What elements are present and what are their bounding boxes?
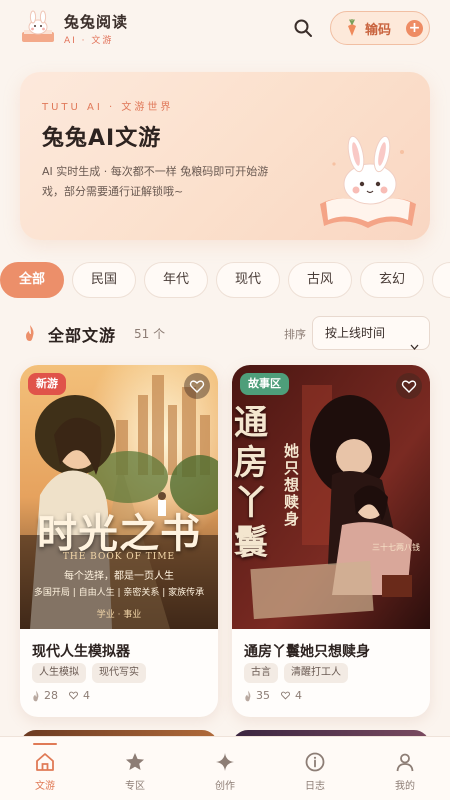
hero-title: 兔兔AI文游: [42, 126, 162, 151]
play-count: 28: [44, 689, 58, 702]
play-count: 35: [256, 689, 270, 702]
app-subtitle: AI · 文游: [64, 35, 114, 46]
cover-subtitle: THE BOOK OF TIME: [62, 552, 176, 562]
nav-item-chuangzuo[interactable]: 创作: [180, 737, 270, 800]
nav-item-wenyou[interactable]: 文游: [0, 737, 90, 800]
filter-chip-gufeng[interactable]: 古风: [288, 262, 352, 298]
rabbit-logo-icon: [20, 10, 56, 46]
like-count: 4: [83, 689, 90, 702]
flame-icon: [33, 690, 39, 701]
card-title: 通房丫鬟她只想赎身: [244, 644, 370, 660]
game-card[interactable]: 通房丫鬟 她只想赎身 三十七两八钱 故事区 通房丫鬟她只想赎身 古言 清醒打工人…: [232, 365, 430, 717]
section-title: 全部文游: [48, 326, 117, 345]
filter-chip-all[interactable]: 全部: [0, 262, 64, 298]
nav-item-wode[interactable]: 我的: [360, 737, 450, 800]
plus-icon: +: [406, 20, 423, 37]
tag: 清醒打工人: [284, 663, 348, 683]
sort-value: 按上线时间: [325, 326, 386, 340]
rabbit-reading-illustration: [312, 134, 424, 234]
redeem-label: 输码: [365, 22, 392, 38]
sort-dropdown[interactable]: 按上线时间: [312, 316, 430, 350]
flame-icon: [24, 324, 36, 342]
nav-label: 日志: [305, 781, 325, 792]
cover-tagline: 每个选择，都是一页人生: [64, 571, 174, 582]
cover-title-secondary: 她只想赎身: [284, 442, 300, 528]
favorite-button[interactable]: [396, 373, 422, 399]
section-count: 51 个: [134, 327, 166, 341]
hero-banner[interactable]: TUTU AI · 文游世界 兔兔AI文游 AI 实时生成 · 每次都不一样 兔…: [20, 72, 430, 240]
game-cover: 通房丫鬟 她只想赎身 三十七两八钱 故事区: [232, 365, 430, 629]
filter-chip-niandai[interactable]: 年代: [144, 262, 208, 298]
tag: 人生模拟: [32, 663, 86, 683]
card-title: 现代人生模拟器: [32, 644, 130, 660]
chevron-down-icon: [410, 330, 419, 350]
heart-icon: [189, 380, 205, 393]
bottom-nav: 文游 专区 创作 日志 我的: [0, 736, 450, 800]
star-icon: [126, 753, 144, 770]
home-icon: [36, 753, 54, 771]
section-header: 全部文游 51 个 排序 按上线时间: [20, 316, 430, 350]
sparkle-icon: [216, 753, 234, 771]
favorite-button[interactable]: [184, 373, 210, 399]
sort-label: 排序: [284, 328, 306, 341]
search-icon[interactable]: [291, 16, 315, 40]
active-indicator: [33, 743, 57, 745]
new-badge: 新游: [28, 373, 66, 395]
tag: 古言: [244, 663, 278, 683]
brand: 兔兔阅读 AI · 文游: [64, 11, 128, 46]
game-card[interactable]: 时光之书 THE BOOK OF TIME 每个选择，都是一页人生 多国开局 |…: [20, 365, 218, 717]
filter-chip-minguo[interactable]: 民国: [72, 262, 136, 298]
hero-kicker: TUTU AI · 文游世界: [42, 102, 174, 113]
like-count: 4: [295, 689, 302, 702]
nav-label: 文游: [35, 781, 55, 792]
nav-label: 我的: [395, 781, 415, 792]
nav-label: 专区: [125, 781, 145, 792]
heart-icon: [281, 691, 290, 700]
info-icon: [305, 752, 325, 772]
user-icon: [396, 753, 414, 772]
tag-list: 古言 清醒打工人: [244, 663, 354, 683]
hero-description: AI 实时生成 · 每次都不一样 兔粮码即可开始游戏，部分需要通行证解锁哦~: [42, 165, 269, 198]
card-stats: 28 4: [32, 689, 100, 702]
cover-footer: 学业 · 事业: [96, 610, 142, 620]
nav-label: 创作: [215, 781, 235, 792]
cover-features: 多国开局 | 自由人生 | 亲密关系 | 家族传承: [33, 588, 205, 598]
heart-icon: [401, 380, 417, 393]
cover-title: 通房丫鬟: [234, 403, 268, 563]
nav-item-rizhi[interactable]: 日志: [270, 737, 360, 800]
redeem-code-button[interactable]: 输码 +: [330, 11, 430, 45]
carrot-icon: [345, 18, 359, 37]
flame-icon: [245, 690, 251, 701]
heart-icon: [69, 691, 78, 700]
app-name: 兔兔阅读: [64, 12, 129, 31]
cover-caption: 三十七两八钱: [372, 543, 420, 552]
filter-chip-xiandai[interactable]: 现代: [216, 262, 280, 298]
tag-list: 人生模拟 现代写实: [32, 663, 152, 683]
nav-item-zhuanqu[interactable]: 专区: [90, 737, 180, 800]
card-stats: 35 4: [244, 689, 312, 702]
tag: 现代写实: [92, 663, 146, 683]
game-cover: 时光之书 THE BOOK OF TIME 每个选择，都是一页人生 多国开局 |…: [20, 365, 218, 629]
cover-title: 时光之书: [37, 510, 201, 557]
filter-chip-xuanhuan[interactable]: 玄幻: [360, 262, 424, 298]
filter-chip-more[interactable]: [432, 262, 450, 298]
category-filter-bar: 全部 民国 年代 现代 古风 玄幻: [0, 262, 450, 298]
story-badge: 故事区: [240, 373, 289, 395]
